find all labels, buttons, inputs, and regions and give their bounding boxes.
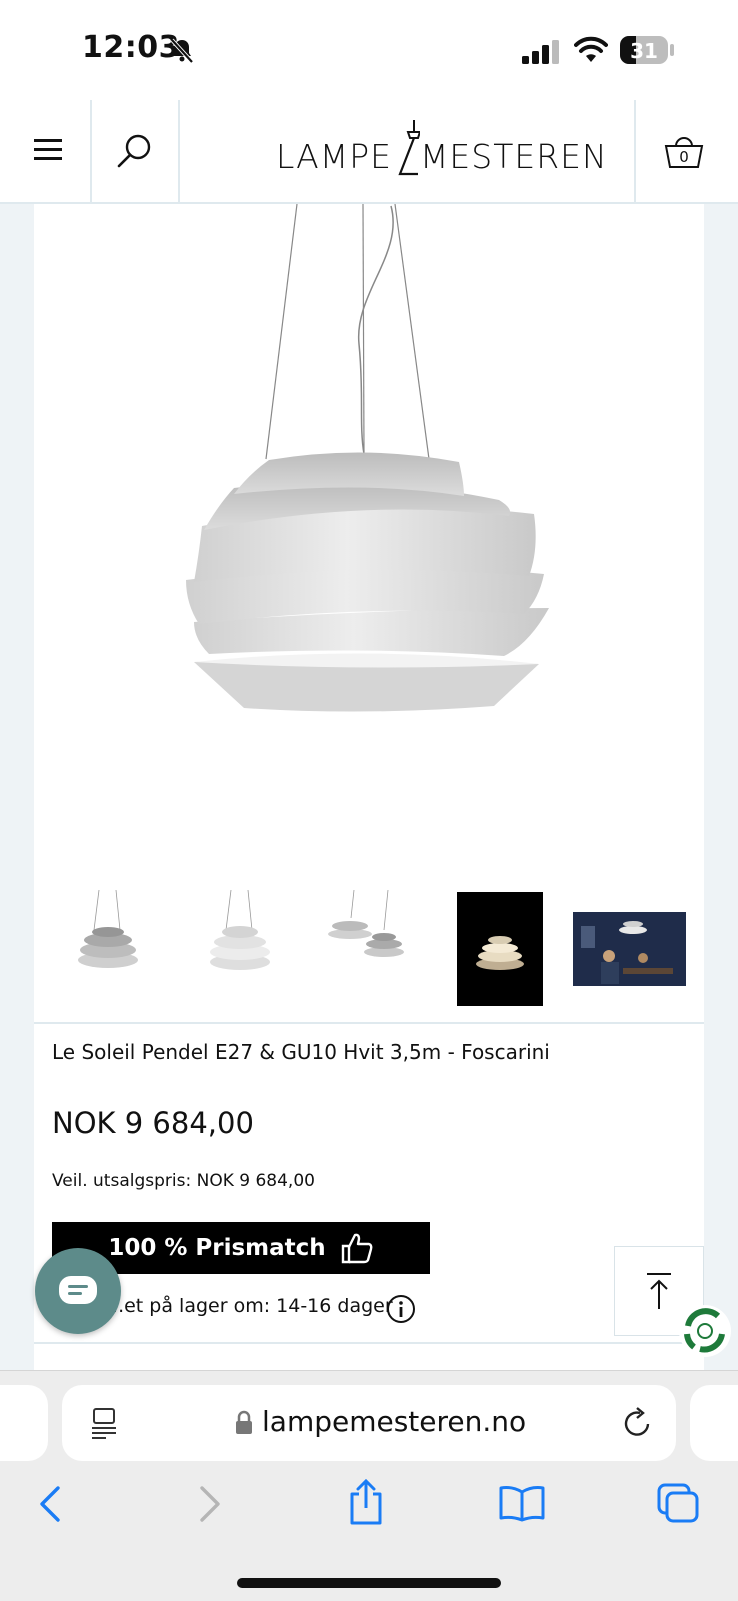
product-title: Le Soleil Pendel E27 & GU10 Hvit 3,5m - … [52,1040,550,1064]
home-indicator [237,1578,501,1588]
url-text[interactable]: lampemesteren.no [262,1405,526,1438]
recycle-badge-icon[interactable] [678,1304,732,1358]
thumbs-up-icon [341,1233,373,1264]
hamburger-menu-icon[interactable] [34,138,64,162]
status-time: 12:03 [82,30,180,65]
bookmarks-icon[interactable] [498,1484,546,1522]
arrow-up-icon [647,1273,671,1309]
battery-cap [670,44,674,56]
product-main-image[interactable] [34,204,704,844]
back-arrow-icon[interactable] [36,1484,64,1524]
cellular-signal-icon [522,40,559,64]
battery-indicator: 31 [620,36,668,64]
share-icon[interactable] [346,1478,386,1526]
thumbnail-2[interactable] [196,890,284,980]
section-divider [34,1022,704,1024]
thumbnail-3[interactable] [326,890,414,970]
section-divider-2 [34,1342,704,1344]
chat-button[interactable] [35,1248,121,1334]
recommended-price: Veil. utsalgspris: NOK 9 684,00 [52,1171,315,1191]
brand-logo[interactable]: LAMPE MESTEREN [276,120,608,176]
stock-text: ...et på lager om: 14-16 dager [106,1295,393,1317]
thumbnail-1[interactable] [64,890,152,980]
chat-bubble-icon [59,1276,97,1304]
next-tab-preview[interactable] [690,1385,738,1461]
reload-icon[interactable] [622,1406,654,1440]
previous-tab-preview[interactable] [0,1385,48,1461]
lock-icon [236,1410,252,1434]
info-icon[interactable] [386,1294,416,1324]
thumbnail-5[interactable] [573,912,686,986]
thumbnail-4[interactable] [457,892,543,1006]
logo-lamp-icon [398,120,420,176]
stock-status: ...et på lager om: 14-16 dager [106,1295,393,1317]
cart-count: 0 [679,148,689,166]
reader-mode-icon[interactable] [90,1407,120,1439]
prismatch-label: 100 % Prismatch [108,1235,326,1261]
search-icon[interactable] [116,132,154,170]
forward-arrow-icon[interactable] [196,1484,224,1524]
wifi-icon [574,36,608,62]
site-header: LAMPE MESTEREN 0 [0,100,738,204]
tabs-overview-icon[interactable] [656,1482,700,1524]
silent-bell-icon [170,38,194,64]
product-price: NOK 9 684,00 [52,1106,254,1140]
